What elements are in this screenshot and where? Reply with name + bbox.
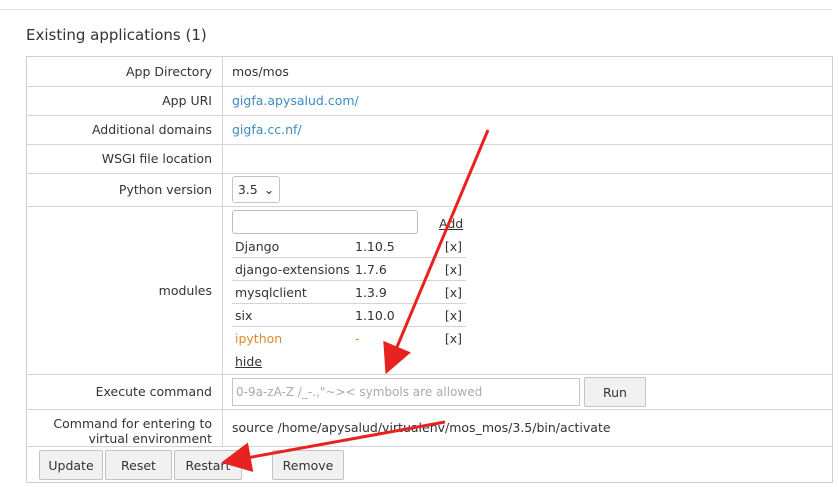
module-row: mysqlclient 1.3.9 [x]: [232, 282, 466, 304]
application-panel: App Directory mos/mos App URI gigfa.apys…: [26, 56, 833, 483]
additional-domain-link[interactable]: gigfa.cc.nf/: [232, 122, 302, 137]
app-directory-value: mos/mos: [232, 64, 289, 79]
app-directory-label: App Directory: [27, 57, 223, 86]
module-version: 1.10.5: [355, 239, 395, 254]
restart-button[interactable]: Restart: [174, 450, 242, 480]
python-version-label: Python version: [27, 173, 223, 206]
wsgi-label: WSGI file location: [27, 144, 223, 173]
remove-module-button[interactable]: [x]: [445, 285, 462, 300]
remove-module-button[interactable]: [x]: [445, 308, 462, 323]
run-button[interactable]: Run: [584, 377, 646, 407]
virtualenv-command: source /home/apysalud/virtualenv/mos_mos…: [232, 420, 611, 435]
module-version: 1.7.6: [355, 262, 387, 277]
additional-domains-label: Additional domains: [27, 115, 223, 144]
wsgi-value: [232, 144, 832, 173]
app-uri-link[interactable]: gigfa.apysalud.com/: [232, 93, 359, 108]
row-wsgi: WSGI file location: [27, 144, 832, 174]
execute-command-label: Execute command: [27, 374, 223, 409]
module-name: six: [235, 308, 253, 323]
remove-module-button[interactable]: [x]: [445, 331, 462, 346]
reset-button[interactable]: Reset: [105, 450, 172, 480]
row-virtualenv: Command for entering to virtual environm…: [27, 409, 832, 447]
module-name: django-extensions: [235, 262, 350, 277]
virtualenv-label-line1: Command for entering to: [53, 416, 212, 431]
row-app-uri: App URI gigfa.apysalud.com/: [27, 86, 832, 116]
module-version: 1.3.9: [355, 285, 387, 300]
section-title: Existing applications (1): [26, 26, 207, 44]
module-row: six 1.10.0 [x]: [232, 305, 466, 327]
top-divider: [0, 9, 832, 10]
remove-module-button[interactable]: [x]: [445, 262, 462, 277]
module-row: Django 1.10.5 [x]: [232, 236, 466, 258]
module-row: django-extensions 1.7.6 [x]: [232, 259, 466, 281]
module-name: ipython: [235, 331, 283, 346]
chevron-down-icon: ⌄: [263, 182, 275, 197]
python-version-value: 3.5: [237, 182, 258, 197]
virtualenv-label: Command for entering to virtual environm…: [27, 409, 223, 446]
module-name: Django: [235, 239, 280, 254]
module-version: 1.10.0: [355, 308, 395, 323]
modules-label: modules: [27, 206, 223, 374]
module-version: -: [355, 331, 360, 346]
hide-modules-link[interactable]: hide: [235, 354, 262, 369]
row-additional-domains: Additional domains gigfa.cc.nf/: [27, 115, 832, 145]
python-version-select[interactable]: 3.5 ⌄: [232, 176, 280, 203]
row-execute-command: Execute command 0-9a-zA-Z /_-.,"~>< symb…: [27, 374, 832, 410]
module-name-input[interactable]: [232, 210, 418, 234]
virtualenv-label-line2: virtual environment: [88, 431, 212, 446]
remove-module-button[interactable]: [x]: [445, 239, 462, 254]
app-uri-label: App URI: [27, 86, 223, 115]
row-python-version: Python version 3.5 ⌄: [27, 173, 832, 207]
row-app-directory: App Directory mos/mos: [27, 57, 832, 87]
remove-button[interactable]: Remove: [272, 450, 344, 480]
add-module-link[interactable]: Add: [439, 216, 463, 231]
update-button[interactable]: Update: [39, 450, 103, 480]
module-name: mysqlclient: [235, 285, 307, 300]
module-row-pending: ipython - [x]: [232, 328, 466, 350]
execute-command-input[interactable]: 0-9a-zA-Z /_-.,"~>< symbols are allowed: [232, 377, 580, 406]
